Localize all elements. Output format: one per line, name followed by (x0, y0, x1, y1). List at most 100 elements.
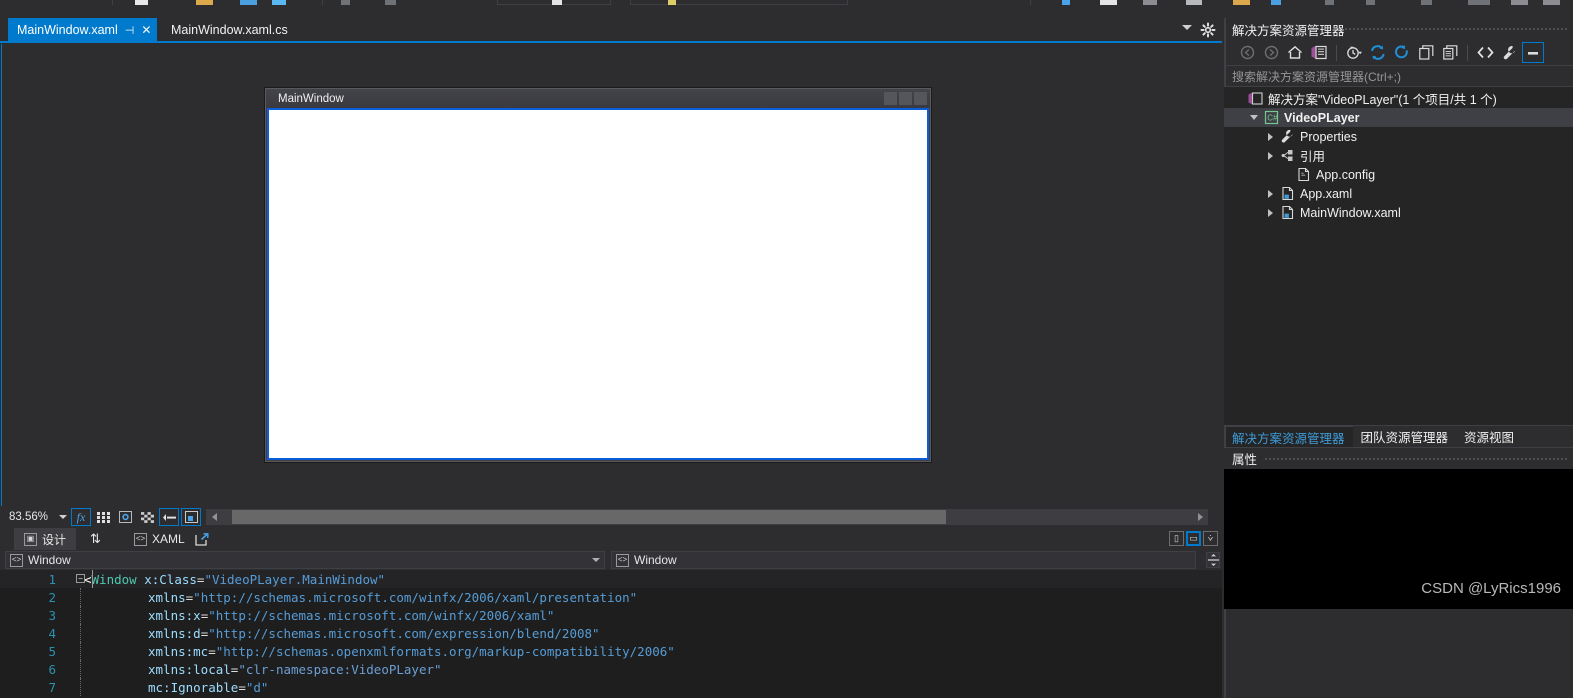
show-all-files-icon[interactable] (1474, 42, 1496, 63)
fold-zone[interactable]: − (62, 570, 93, 588)
pending-changes-icon[interactable] (1343, 42, 1365, 63)
active-tab-underline (0, 41, 1222, 43)
expander-icon[interactable] (1246, 115, 1262, 120)
search-input[interactable]: 搜索解决方案资源管理器(Ctrl+;) (1224, 66, 1573, 87)
scope-combobox-right[interactable]: <> Window (611, 551, 1196, 569)
fold-zone[interactable] (62, 642, 84, 660)
scope-label: Window (634, 553, 677, 567)
code-text: xmlns:d="http://schemas.microsoft.com/ex… (148, 626, 600, 641)
expander-icon[interactable] (1262, 189, 1278, 198)
properties-window-icon[interactable] (1439, 42, 1461, 63)
code-line[interactable]: 4 xmlns:d="http://schemas.microsoft.com/e… (0, 624, 1222, 642)
indent-guide (80, 642, 81, 660)
dock-tab[interactable]: 资源视图 (1456, 426, 1522, 447)
solution-explorer-icon[interactable] (1308, 42, 1330, 63)
xaml-code-editor[interactable]: 1− <Window x:Class="VideoPLayer.MainWindo… (0, 570, 1222, 698)
code-line[interactable]: 6 xmlns:local="clr-namespace:VideoPLayer" (0, 660, 1222, 678)
snap-grid-button[interactable] (115, 508, 135, 526)
sync-icon[interactable] (1367, 42, 1389, 63)
designer-bottom-toolbar: 83.56% fx (0, 506, 1222, 528)
gear-icon[interactable] (1200, 22, 1216, 38)
code-line[interactable]: 7 mc:Ignorable="d" (0, 678, 1222, 696)
pin-tab-icon[interactable]: ⊣ (125, 24, 135, 37)
tree-item[interactable]: App.config (1224, 165, 1573, 184)
snap-to-snaplines-button[interactable] (181, 508, 201, 526)
collapse-pane-button[interactable]: ⩒ (1203, 531, 1218, 546)
back-icon[interactable] (1236, 42, 1258, 63)
fold-zone[interactable] (62, 606, 84, 624)
tree-item[interactable]: MainWindow.xaml (1224, 203, 1573, 222)
preview-window-client-area[interactable] (267, 108, 929, 460)
code-line[interactable]: 1 − <Window x:Class="VideoPLayer.MainWindo… (0, 570, 1222, 588)
scope-label: Window (28, 553, 71, 567)
code-token: Window (91, 571, 137, 587)
tree-item[interactable]: Properties (1224, 127, 1573, 146)
fold-zone[interactable] (62, 624, 84, 642)
tab-mainwindow-xaml[interactable]: MainWindow.xaml ⊣ ✕ (8, 18, 158, 42)
transparency-button[interactable] (137, 508, 157, 526)
horizontal-split-button[interactable]: ▭ (1186, 531, 1201, 546)
expander-icon[interactable] (1262, 132, 1278, 141)
swap-panes-button[interactable]: ⇅ (80, 528, 111, 550)
svg-text:C#: C# (1267, 114, 1278, 123)
tree-item[interactable]: 解决方案"VideoPLayer"(1 个项目/共 1 个) (1224, 89, 1573, 108)
code-token: = (208, 643, 216, 659)
fold-zone[interactable] (62, 660, 84, 678)
main-toolbar-cutoff[interactable] (0, 0, 1573, 6)
xaml-design-surface[interactable]: MainWindow (1, 44, 1209, 506)
solution-tree[interactable]: 解决方案"VideoPLayer"(1 个项目/共 1 个) C# VideoPLa… (1224, 87, 1573, 425)
close-window-icon (914, 92, 927, 105)
popout-button[interactable] (185, 528, 219, 550)
config-file-icon (1294, 167, 1312, 182)
effects-button[interactable]: fx (71, 508, 91, 526)
watermark: CSDN @LyRics1996 (1421, 580, 1561, 597)
indent-guide (80, 624, 81, 642)
collapse-all-icon[interactable] (1415, 42, 1437, 63)
chevron-down-icon[interactable] (1182, 25, 1192, 30)
dock-tab[interactable]: 解决方案资源管理器 (1224, 426, 1353, 447)
code-line[interactable]: 5 xmlns:mc="http://schemas.openxmlformats… (0, 642, 1222, 660)
split-editor-icon[interactable] (1206, 552, 1220, 568)
tab-design-view[interactable]: ▣ 设计 (14, 528, 77, 550)
refresh-icon[interactable] (1391, 42, 1413, 63)
tab-mainwindow-xaml-cs[interactable]: MainWindow.xaml.cs (162, 18, 294, 42)
preview-selected-items-icon[interactable] (1522, 42, 1544, 63)
dock-tab[interactable]: 团队资源管理器 (1353, 426, 1457, 447)
tree-item[interactable]: App.xaml (1224, 184, 1573, 203)
collapse-icon[interactable]: − (76, 574, 85, 583)
close-icon[interactable]: ✕ (141, 23, 151, 37)
grid-button[interactable] (93, 508, 113, 526)
tree-item[interactable]: 引用 (1224, 146, 1573, 165)
tree-item-label: VideoPLayer (1284, 110, 1360, 125)
fold-zone[interactable] (62, 678, 84, 696)
fold-zone[interactable] (62, 588, 84, 606)
popout-icon (195, 532, 209, 546)
home-icon[interactable] (1284, 42, 1306, 63)
properties-wrench-icon[interactable] (1498, 42, 1520, 63)
code-token: "clr-namespace:VideoPLayer" (238, 661, 442, 677)
chevron-down-icon[interactable] (59, 515, 67, 519)
vertical-split-button[interactable]: ▯ (1169, 531, 1184, 546)
preview-window[interactable]: MainWindow (265, 88, 931, 462)
expander-icon[interactable] (1262, 208, 1278, 217)
line-number: 1 (48, 571, 56, 587)
scope-combobox-left[interactable]: <> Window (5, 551, 605, 569)
code-line[interactable]: 2 xmlns="http://schemas.microsoft.com/win… (0, 588, 1222, 606)
code-token: "VideoPLayer.MainWindow" (204, 571, 386, 587)
line-number: 7 (48, 679, 56, 695)
designer-horizontal-scrollbar[interactable] (206, 509, 1208, 525)
forward-icon[interactable] (1260, 42, 1282, 63)
tab-label: MainWindow.xaml (17, 23, 118, 37)
code-token: < (84, 571, 92, 587)
snap-to-gridlines-button[interactable] (159, 508, 179, 526)
zoom-level-combobox[interactable]: 83.56% (5, 508, 69, 526)
chevron-down-icon[interactable] (592, 558, 600, 562)
maximize-icon (899, 92, 912, 105)
code-line[interactable]: 3 xmlns:x="http://schemas.microsoft.com/w… (0, 606, 1222, 624)
scroll-right-icon[interactable] (1192, 509, 1208, 525)
scrollbar-thumb[interactable] (232, 510, 946, 524)
scroll-left-icon[interactable] (206, 509, 222, 525)
expander-icon[interactable] (1262, 151, 1278, 160)
tree-item[interactable]: C# VideoPLayer (1224, 108, 1573, 127)
properties-panel-body[interactable]: CSDN @LyRics1996 (1224, 469, 1573, 609)
